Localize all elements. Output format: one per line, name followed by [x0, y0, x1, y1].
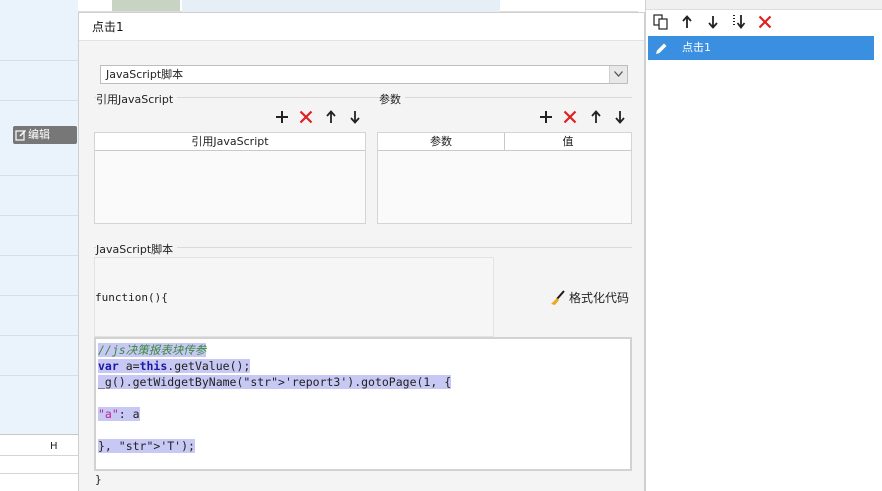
sheet-left-area	[0, 0, 78, 491]
edit-button[interactable]: 编辑	[13, 126, 77, 144]
format-code-button[interactable]: 格式化代码	[549, 289, 629, 307]
code-line: var a=this.getValue();	[98, 359, 251, 373]
arrow-down-icon	[708, 16, 718, 29]
move-to-bottom-event-button[interactable]	[730, 13, 748, 31]
chevron-down-icon[interactable]	[609, 66, 627, 83]
event-item-label: 点击1	[682, 41, 711, 54]
ref-js-table-header: 引用JavaScript	[95, 133, 365, 151]
panel-top-strip	[646, 0, 882, 10]
ref-js-table[interactable]: 引用JavaScript	[94, 132, 366, 224]
grid-line	[0, 255, 78, 256]
grid-line	[0, 295, 78, 296]
grid-line	[0, 100, 78, 101]
event-list-item[interactable]: 点击1	[648, 36, 874, 60]
params-table[interactable]: 参数 值	[377, 132, 632, 224]
sheet-top-grid	[182, 0, 500, 12]
grid-line	[0, 60, 78, 61]
code-line: "a": a	[98, 407, 140, 421]
grid-line	[0, 175, 78, 176]
code-line: //js决策报表块传参	[98, 343, 207, 357]
event-type-select[interactable]: JavaScript脚本	[100, 65, 628, 84]
grid-line	[0, 335, 78, 336]
arrow-down-icon	[350, 111, 360, 124]
move-up-ref-js-button[interactable]	[322, 108, 340, 126]
delete-icon	[299, 110, 313, 124]
dialog-title: 点击1	[79, 13, 644, 41]
event-editor-dialog: 点击1 JavaScript脚本 引用JavaScript 引用JavaScri…	[78, 12, 645, 491]
format-code-label: 格式化代码	[569, 291, 630, 305]
grid-line	[0, 215, 78, 216]
edit-icon	[15, 129, 27, 141]
sheet-top-image	[112, 0, 180, 11]
add-param-button[interactable]	[537, 108, 555, 126]
move-down-param-button[interactable]	[611, 108, 629, 126]
params-table-header: 参数 值	[378, 133, 631, 151]
delete-icon	[563, 110, 577, 124]
plus-icon	[540, 111, 552, 123]
delete-ref-js-button[interactable]	[297, 108, 315, 126]
column-header-h: H	[50, 441, 58, 452]
grid-line	[0, 473, 78, 474]
script-group-label: JavaScript脚本	[96, 241, 178, 257]
arrow-up-icon	[591, 110, 601, 123]
plus-icon	[276, 111, 288, 123]
ref-js-group-label: 引用JavaScript	[96, 91, 178, 107]
add-ref-js-button[interactable]	[273, 108, 291, 126]
arrow-up-icon	[682, 15, 692, 28]
arrow-down-icon	[615, 111, 625, 124]
params-group-label: 参数	[379, 91, 405, 107]
dialog-body: JavaScript脚本 引用JavaScript 引用JavaScript 参	[79, 41, 644, 491]
sheet-bottom-area: H	[0, 434, 78, 491]
move-down-ref-js-button[interactable]	[346, 108, 364, 126]
column-header[interactable]: 参数	[378, 133, 505, 150]
move-down-event-button[interactable]	[704, 13, 722, 31]
sort-down-icon	[733, 15, 746, 29]
move-up-event-button[interactable]	[678, 13, 696, 31]
column-header[interactable]: 值	[505, 133, 631, 150]
event-list-panel: 点击1	[645, 0, 882, 491]
delete-param-button[interactable]	[561, 108, 579, 126]
event-list-toolbar	[652, 13, 774, 33]
event-type-value: JavaScript脚本	[106, 68, 184, 81]
pencil-icon	[654, 41, 668, 65]
grid-line	[0, 375, 78, 376]
grid-line	[0, 455, 78, 456]
delete-icon	[758, 15, 772, 29]
broom-icon	[549, 290, 567, 311]
move-up-param-button[interactable]	[587, 108, 605, 126]
copy-event-button[interactable]	[652, 13, 670, 31]
delete-event-button[interactable]	[756, 13, 774, 31]
function-open-text: function(){	[95, 291, 168, 304]
code-line: }, "str">'T');	[98, 439, 195, 453]
group-divider	[377, 97, 632, 98]
edit-label: 编辑	[28, 128, 50, 141]
code-line: _g().getWidgetByName("str">'report3').go…	[98, 375, 452, 389]
arrow-up-icon	[326, 110, 336, 123]
function-close-text: }	[95, 473, 102, 486]
copy-icon	[653, 14, 668, 30]
code-editor[interactable]: //js决策报表块传参 var a=this.getValue(); _g().…	[94, 337, 632, 471]
column-header[interactable]: 引用JavaScript	[95, 133, 365, 150]
